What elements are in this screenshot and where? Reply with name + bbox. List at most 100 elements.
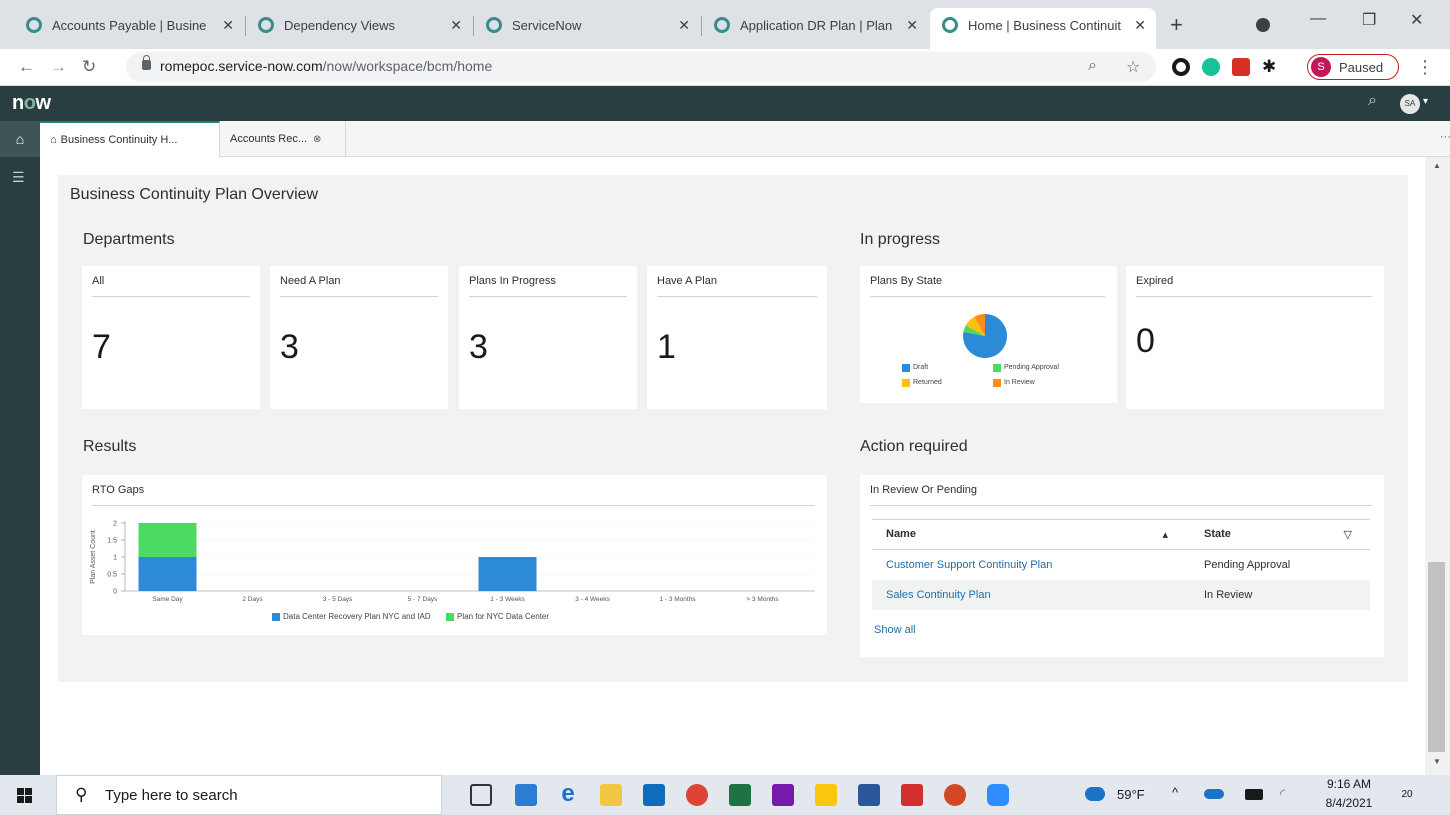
acrobat-extension-icon[interactable]: [1232, 58, 1250, 76]
card-divider: [657, 296, 817, 297]
close-tab-icon[interactable]: ⊗: [313, 134, 321, 145]
filter-icon[interactable]: ▽: [1344, 528, 1352, 541]
back-icon[interactable]: ←: [18, 57, 35, 77]
close-tab-icon[interactable]: ✕: [222, 17, 234, 34]
url-text: romepoc.service-now.com/now/workspace/bc…: [160, 58, 492, 74]
expired-card[interactable]: Expired 0: [1126, 266, 1384, 409]
clock-date[interactable]: 8/4/2021: [1310, 796, 1388, 810]
browser-tab-dependency-views[interactable]: Dependency Views ✕: [246, 8, 472, 42]
close-tab-icon[interactable]: ✕: [906, 17, 918, 34]
acrobat-icon[interactable]: [901, 784, 923, 806]
task-view-icon[interactable]: [470, 784, 492, 806]
rto-gaps-bar-chart: Plan Asset Count 0 0.5 1 1.5 2 Same Day 2 Days 3…: [90, 521, 815, 603]
wifi-icon[interactable]: ◜: [1280, 786, 1285, 802]
tab-search-icon[interactable]: [1256, 18, 1270, 32]
column-header-state[interactable]: State ▽: [1190, 519, 1370, 550]
restore-icon[interactable]: ❐: [1362, 10, 1376, 30]
word-icon[interactable]: [858, 784, 880, 806]
x-tick-label: 1 - 3 Weeks: [490, 596, 525, 603]
x-tick-label: Same Day: [152, 596, 183, 603]
dept-card-all[interactable]: All 7: [82, 266, 260, 409]
browser-tab-home-business-continuity[interactable]: Home | Business Continuit ✕: [930, 8, 1156, 49]
plans-by-state-card[interactable]: Plans By State Draft Pending Approval Re…: [860, 266, 1117, 403]
global-search-icon[interactable]: ⌕: [1368, 92, 1377, 110]
in-review-or-pending-card: In Review Or Pending Name ▴ State ▽ Custom…: [860, 475, 1384, 657]
servicenow-favicon-icon: [258, 17, 274, 33]
excel-icon[interactable]: [729, 784, 751, 806]
home-icon[interactable]: ⌂: [0, 121, 40, 157]
chevron-down-icon[interactable]: ▾: [1423, 96, 1428, 107]
zoom-icon[interactable]: ⌕: [1088, 57, 1097, 75]
user-avatar[interactable]: SA: [1400, 94, 1420, 114]
show-all-link[interactable]: Show all: [874, 624, 916, 636]
sort-icon[interactable]: ▴: [1162, 528, 1168, 541]
internet-explorer-icon[interactable]: e: [557, 782, 579, 806]
dept-card-plans-in-progress[interactable]: Plans In Progress 3: [459, 266, 637, 409]
outlook-icon[interactable]: [643, 784, 665, 806]
close-tab-icon[interactable]: ✕: [678, 17, 690, 34]
windows-start-icon[interactable]: [17, 788, 33, 804]
profile-button[interactable]: S Paused: [1307, 54, 1399, 80]
servicenow-logo[interactable]: now: [12, 92, 51, 115]
notifications-icon[interactable]: 20: [1395, 783, 1419, 807]
card-label: All: [92, 275, 105, 287]
card-value: 3: [469, 328, 488, 366]
browser-tab-accounts-payable[interactable]: Accounts Payable | Busine ✕: [14, 8, 244, 42]
battery-icon[interactable]: [1245, 789, 1263, 800]
file-manager-icon[interactable]: [515, 784, 537, 806]
close-tab-icon[interactable]: ✕: [1134, 17, 1146, 34]
card-label: Have A Plan: [657, 275, 717, 287]
plan-link[interactable]: Customer Support Continuity Plan: [886, 559, 1052, 571]
plan-link[interactable]: Sales Continuity Plan: [886, 589, 991, 601]
browser-tab-application-dr-plan[interactable]: Application DR Plan | Plan ✕: [702, 8, 928, 42]
extensions-puzzle-icon[interactable]: ✱: [1262, 57, 1276, 77]
card-divider: [92, 505, 815, 506]
close-window-icon[interactable]: ✕: [1410, 10, 1423, 30]
powerpoint-icon[interactable]: [944, 784, 966, 806]
column-header-name[interactable]: Name ▴: [872, 519, 1190, 550]
close-tab-icon[interactable]: ✕: [450, 17, 462, 34]
grammarly-extension-icon[interactable]: [1202, 58, 1220, 76]
bar-segment[interactable]: [138, 523, 197, 557]
sticky-notes-icon[interactable]: [815, 784, 837, 806]
card-divider: [92, 296, 250, 297]
card-label: In Review Or Pending: [870, 484, 977, 496]
weather-temperature[interactable]: 59°F: [1117, 787, 1145, 802]
weather-cloud-icon[interactable]: [1085, 787, 1105, 801]
zoom-app-icon[interactable]: [987, 784, 1009, 806]
scroll-up-icon[interactable]: ▲: [1433, 161, 1441, 170]
y-tick-label: 2: [113, 521, 117, 528]
scroll-down-icon[interactable]: ▼: [1433, 757, 1441, 766]
reload-icon[interactable]: ↻: [82, 57, 96, 77]
chevron-up-icon[interactable]: ^: [1172, 785, 1178, 800]
chrome-icon[interactable]: [686, 784, 708, 806]
minimize-icon[interactable]: —: [1310, 10, 1326, 28]
dept-card-have-a-plan[interactable]: Have A Plan 1: [647, 266, 827, 409]
column-label: State: [1204, 528, 1231, 540]
browser-menu-icon[interactable]: ⋮: [1416, 57, 1434, 78]
legend-swatch-returned: [902, 379, 910, 387]
bar-segment[interactable]: [478, 557, 537, 591]
file-explorer-icon[interactable]: [600, 784, 622, 806]
bar-segment[interactable]: [138, 557, 197, 591]
tab-accounts-receivable[interactable]: Accounts Rec... ⊗: [220, 121, 346, 157]
workspace-content: Business Continuity Plan Overview Depart…: [40, 157, 1425, 775]
url-field[interactable]: romepoc.service-now.com/now/workspace/bc…: [126, 52, 1156, 82]
servicenow-header: now ⌕ SA ▾: [0, 86, 1450, 121]
onenote-icon[interactable]: [772, 784, 794, 806]
taskbar-search-box[interactable]: ⚲ Type here to search: [56, 775, 442, 815]
forward-icon[interactable]: →: [50, 57, 67, 77]
clock-time[interactable]: 9:16 AM: [1310, 777, 1388, 791]
new-tab-button[interactable]: +: [1170, 12, 1183, 38]
browser-tab-servicenow[interactable]: ServiceNow ✕: [474, 8, 700, 42]
bookmark-star-icon[interactable]: ☆: [1126, 57, 1140, 77]
scrollbar-thumb[interactable]: [1428, 562, 1445, 752]
opera-extension-icon[interactable]: [1172, 58, 1190, 76]
vertical-scrollbar[interactable]: ▲ ▼: [1425, 157, 1450, 775]
card-label: Expired: [1136, 275, 1174, 287]
list-menu-icon[interactable]: ☰: [12, 169, 25, 186]
onedrive-icon[interactable]: [1204, 789, 1224, 799]
dept-card-need-a-plan[interactable]: Need A Plan 3: [270, 266, 448, 409]
more-tabs-icon[interactable]: ···: [1440, 131, 1450, 143]
tab-business-continuity-home[interactable]: ⌂ Business Continuity H...: [40, 121, 220, 157]
